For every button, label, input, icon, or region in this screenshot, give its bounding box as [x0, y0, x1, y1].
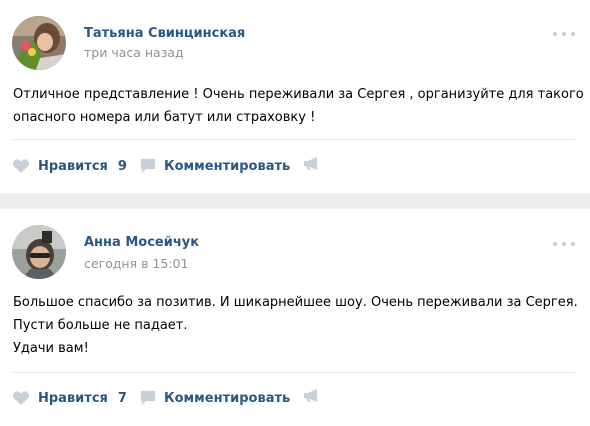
comment-label: Комментировать: [164, 158, 291, 174]
comment-label: Комментировать: [164, 390, 291, 406]
megaphone-icon[interactable]: [303, 156, 320, 175]
megaphone-icon[interactable]: [303, 388, 320, 407]
post-text-line: Удачи вам!: [13, 341, 89, 356]
post-time[interactable]: сегодня в 15:01: [84, 256, 188, 271]
post-text: Отличное представление ! Очень переживал…: [13, 83, 584, 129]
like-button[interactable]: Нравится 7: [12, 387, 127, 409]
divider: [12, 139, 575, 140]
comment-button[interactable]: Комментировать: [140, 387, 290, 409]
author-avatar[interactable]: [12, 16, 66, 70]
more-dots-icon[interactable]: [553, 31, 575, 37]
like-label: Нравится: [38, 390, 108, 406]
author-name[interactable]: Татьяна Свинцинская: [84, 26, 245, 41]
heart-icon: [12, 390, 30, 406]
post-actions: Нравится 9 Комментировать: [0, 155, 590, 177]
heart-icon: [12, 158, 30, 174]
post-text-line: опасного номера или батут или страховку …: [13, 110, 316, 125]
like-count: 9: [117, 158, 127, 174]
post-text: Большое спасибо за позитив. И шикарнейше…: [13, 291, 578, 360]
comment-icon: [140, 390, 156, 406]
like-count: 7: [117, 390, 127, 406]
post-actions: Нравится 7 Комментировать: [0, 387, 590, 409]
comment-button[interactable]: Комментировать: [140, 155, 290, 177]
comment-icon: [140, 158, 156, 174]
like-button[interactable]: Нравится 9: [12, 155, 127, 177]
like-label: Нравится: [38, 158, 108, 174]
post-time[interactable]: три часа назад: [84, 45, 184, 60]
author-name[interactable]: Анна Мосейчук: [84, 235, 199, 250]
author-avatar[interactable]: [12, 225, 66, 279]
post-text-line: Большое спасибо за позитив. И шикарнейше…: [13, 295, 578, 310]
divider: [12, 372, 575, 373]
post-text-line: Пусти больше не падает.: [13, 318, 188, 333]
more-dots-icon[interactable]: [553, 241, 575, 247]
post-text-line: Отличное представление ! Очень переживал…: [13, 87, 584, 102]
